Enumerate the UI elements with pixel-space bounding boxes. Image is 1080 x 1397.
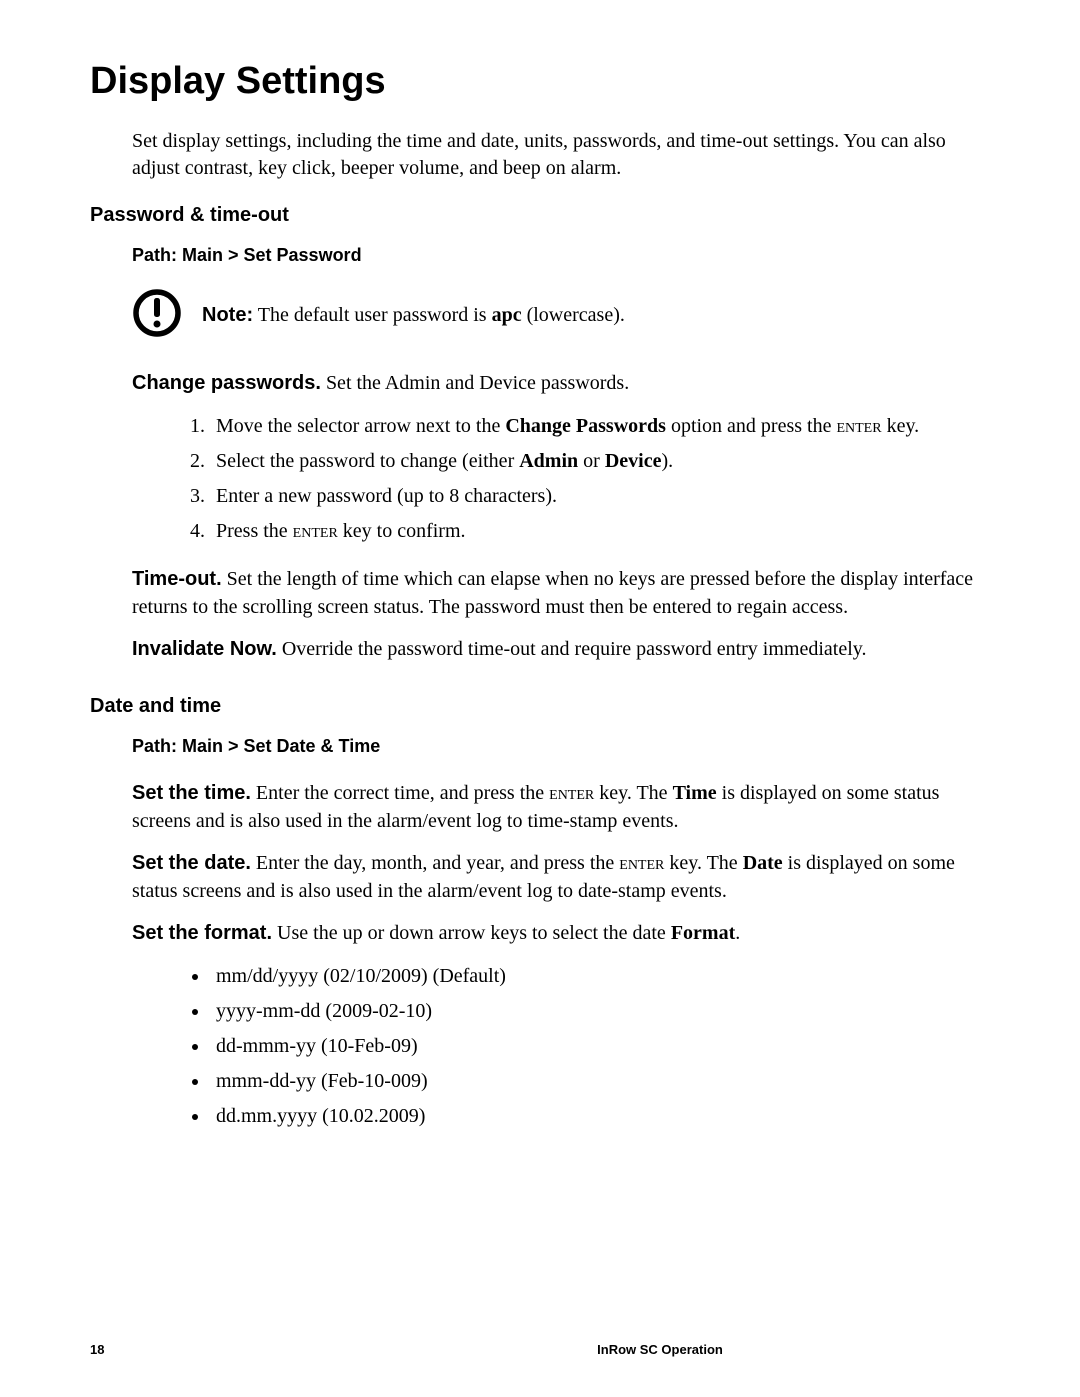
set-date-label: Set the date. bbox=[132, 852, 251, 874]
path-datetime: Path: Main > Set Date & Time bbox=[132, 736, 990, 757]
step-1: Move the selector arrow next to the Chan… bbox=[210, 411, 990, 442]
note-part1: The default user password is bbox=[253, 304, 491, 326]
page-number: 18 bbox=[90, 1342, 210, 1357]
step-4: Press the enter key to confirm. bbox=[210, 516, 990, 547]
set-format-para: Set the format. Use the up or down arrow… bbox=[132, 919, 990, 947]
format-item: mmm-dd-yy (Feb-10-009) bbox=[210, 1066, 990, 1097]
change-passwords-para: Change passwords. Set the Admin and Devi… bbox=[132, 369, 990, 397]
page-title: Display Settings bbox=[90, 60, 990, 103]
note-text: Note: The default user password is apc (… bbox=[202, 304, 625, 327]
section-body-password: Path: Main > Set Password Note: The defa… bbox=[132, 245, 990, 663]
format-list: mm/dd/yyyy (02/10/2009) (Default) yyyy-m… bbox=[132, 961, 990, 1132]
section-heading-datetime: Date and time bbox=[90, 695, 990, 718]
timeout-text: Set the length of time which can elapse … bbox=[132, 568, 973, 618]
caution-icon bbox=[132, 288, 182, 343]
intro-paragraph: Set display settings, including the time… bbox=[132, 128, 990, 182]
change-passwords-steps: Move the selector arrow next to the Chan… bbox=[132, 411, 990, 547]
set-time-label: Set the time. bbox=[132, 782, 251, 804]
note-bold: apc bbox=[492, 304, 522, 326]
invalidate-label: Invalidate Now. bbox=[132, 638, 277, 660]
step-3: Enter a new password (up to 8 characters… bbox=[210, 481, 990, 512]
format-item: mm/dd/yyyy (02/10/2009) (Default) bbox=[210, 961, 990, 992]
footer-title: InRow SC Operation bbox=[330, 1342, 990, 1357]
document-page: Display Settings Set display settings, i… bbox=[0, 0, 1080, 1397]
section-body-datetime: Path: Main > Set Date & Time Set the tim… bbox=[132, 736, 990, 1132]
set-date-para: Set the date. Enter the day, month, and … bbox=[132, 849, 990, 905]
note-label: Note: bbox=[202, 304, 253, 326]
timeout-para: Time-out. Set the length of time which c… bbox=[132, 565, 990, 621]
invalidate-para: Invalidate Now. Override the password ti… bbox=[132, 635, 990, 663]
path-password: Path: Main > Set Password bbox=[132, 245, 990, 266]
timeout-label: Time-out. bbox=[132, 568, 222, 590]
format-item: dd.mm.yyyy (10.02.2009) bbox=[210, 1101, 990, 1132]
set-time-para: Set the time. Enter the correct time, an… bbox=[132, 779, 990, 835]
step-2: Select the password to change (either Ad… bbox=[210, 446, 990, 477]
note-row: Note: The default user password is apc (… bbox=[132, 288, 990, 343]
page-footer: 18 InRow SC Operation bbox=[90, 1342, 990, 1357]
invalidate-text: Override the password time-out and requi… bbox=[277, 638, 867, 660]
format-item: dd-mmm-yy (10-Feb-09) bbox=[210, 1031, 990, 1062]
format-item: yyyy-mm-dd (2009-02-10) bbox=[210, 996, 990, 1027]
note-part2: (lowercase). bbox=[522, 304, 625, 326]
change-passwords-label: Change passwords. bbox=[132, 372, 321, 394]
change-passwords-text: Set the Admin and Device passwords. bbox=[321, 372, 629, 394]
set-format-label: Set the format. bbox=[132, 922, 272, 944]
section-heading-password: Password & time-out bbox=[90, 204, 990, 227]
